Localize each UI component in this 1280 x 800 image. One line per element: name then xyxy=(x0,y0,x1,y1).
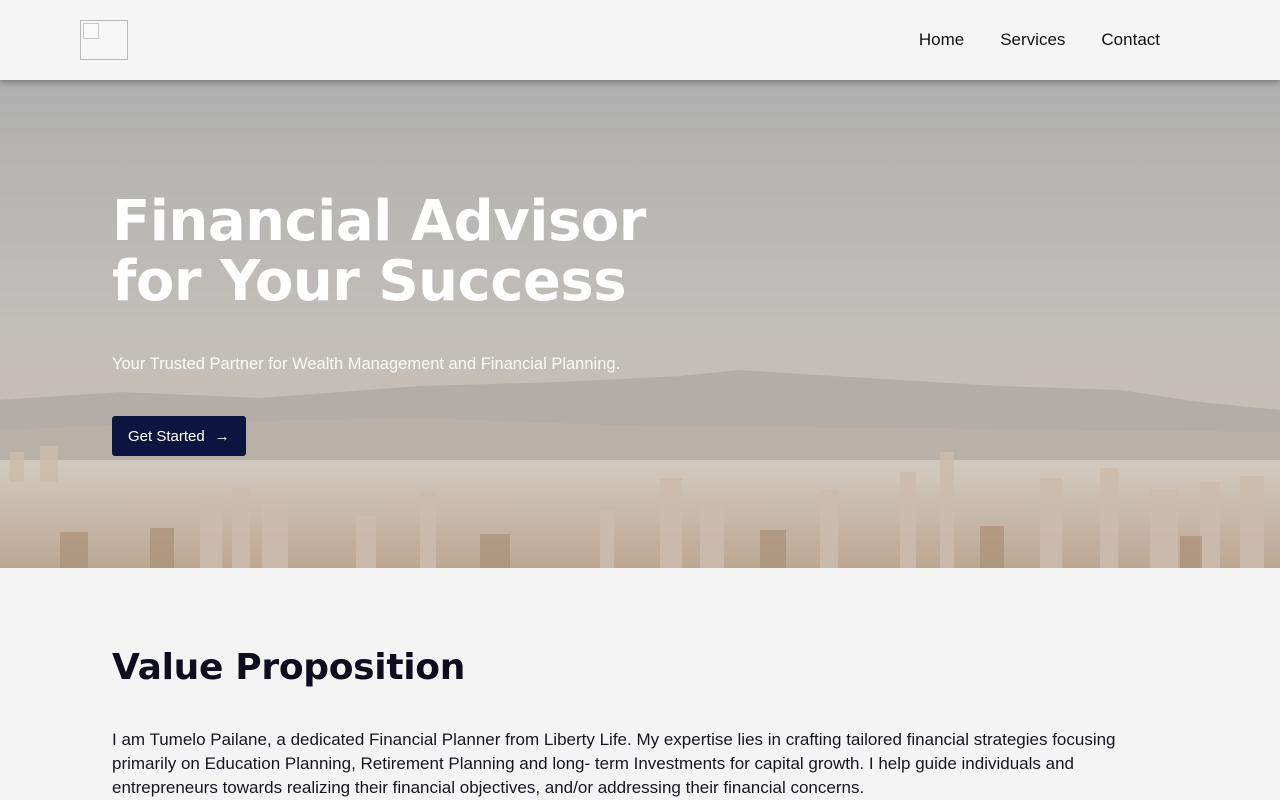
hero-section: Financial Advisor for Your Success Your … xyxy=(0,80,1280,568)
arrow-right-icon: → xyxy=(214,427,230,445)
value-proposition-section: Value Proposition I am Tumelo Pailane, a… xyxy=(0,568,1280,800)
logo-image[interactable] xyxy=(80,20,128,60)
nav-contact[interactable]: Contact xyxy=(1101,29,1160,51)
main-nav: Home Services Contact xyxy=(919,29,1160,51)
nav-services[interactable]: Services xyxy=(1000,29,1065,51)
nav-home[interactable]: Home xyxy=(919,29,964,51)
get-started-button[interactable]: Get Started → xyxy=(112,416,246,456)
site-header: Home Services Contact xyxy=(0,0,1280,80)
broken-image-icon xyxy=(83,23,99,39)
hero-title-line-1: Financial Advisor xyxy=(112,189,646,254)
get-started-label: Get Started xyxy=(128,427,205,445)
value-body: I am Tumelo Pailane, a dedicated Financi… xyxy=(112,730,1116,797)
hero-title: Financial Advisor for Your Success xyxy=(112,192,646,312)
hero-title-line-2: for Your Success xyxy=(112,249,627,314)
value-heading: Value Proposition xyxy=(112,647,466,688)
hero-subtitle: Your Trusted Partner for Wealth Manageme… xyxy=(112,355,621,373)
hero-content: Financial Advisor for Your Success Your … xyxy=(112,192,646,456)
